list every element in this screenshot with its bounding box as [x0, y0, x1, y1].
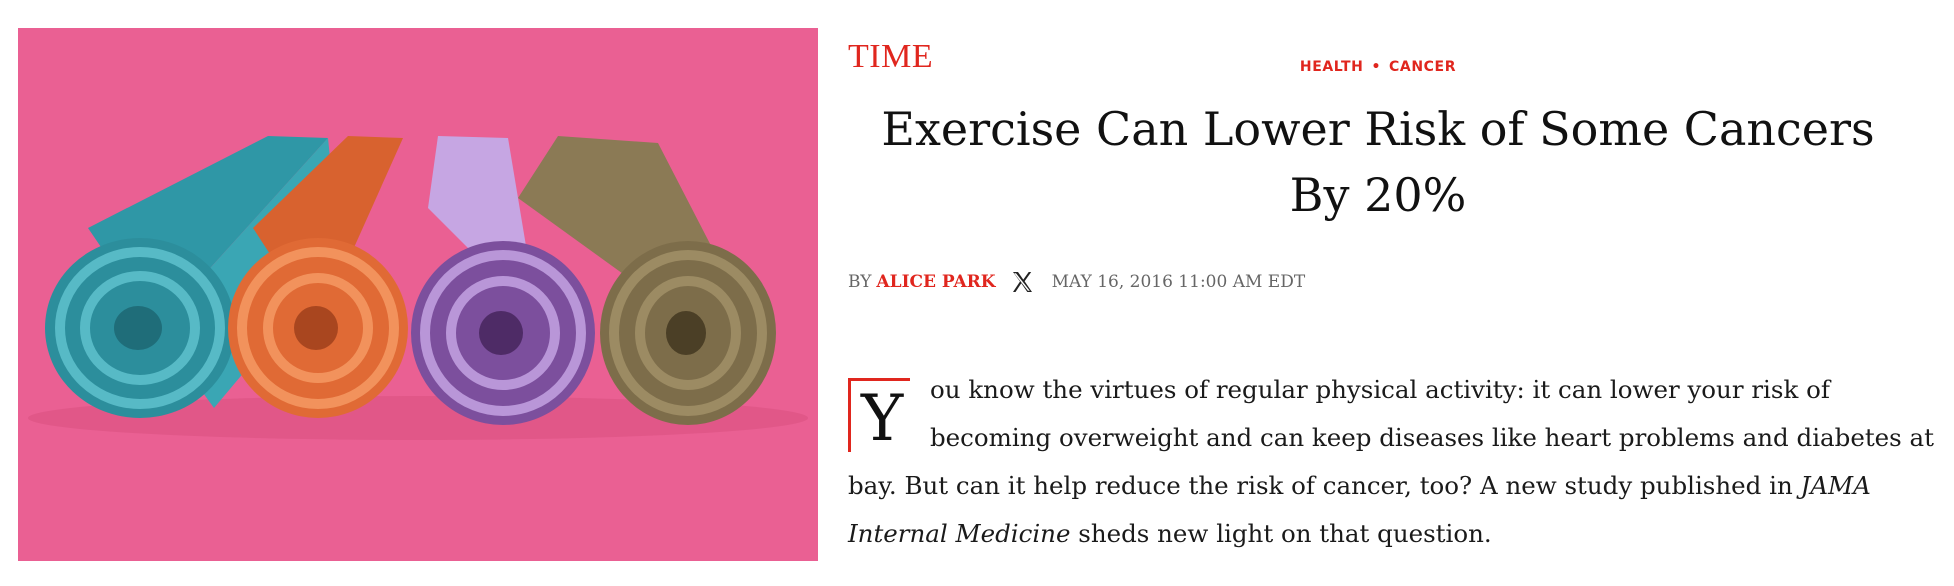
- section-link-cancer[interactable]: CANCER: [1389, 59, 1456, 75]
- byline: BY ALICE PARK MAY 16, 2016 11:00 AM EDT: [848, 270, 1305, 294]
- hero-image: [18, 28, 818, 561]
- author-link[interactable]: ALICE PARK: [876, 272, 995, 292]
- publish-date: MAY 16, 2016 11:00 AM EDT: [1051, 272, 1306, 292]
- x-icon[interactable]: [1010, 270, 1034, 294]
- section-link-health[interactable]: HEALTH: [1300, 59, 1364, 75]
- byline-prefix: BY: [848, 272, 872, 292]
- dropcap: Y: [848, 378, 910, 456]
- section-breadcrumb: HEALTH • CANCER: [848, 59, 1908, 75]
- page-title: Exercise Can Lower Risk of Some Cancers …: [881, 102, 1875, 222]
- tail-text: sheds new light on that question.: [1070, 519, 1492, 548]
- article-lead-paragraph: You know the virtues of regular physical…: [848, 366, 1938, 558]
- section-separator: •: [1371, 59, 1382, 75]
- dropcap-letter: Y: [861, 382, 904, 456]
- yoga-mats-illustration: [18, 28, 818, 561]
- lead-text: ou know the virtues of regular physical …: [848, 375, 1934, 500]
